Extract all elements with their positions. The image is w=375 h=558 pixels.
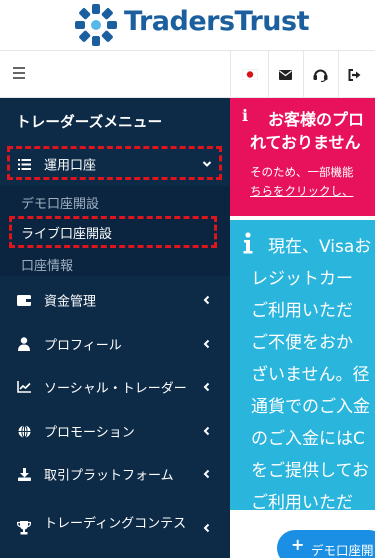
chevron-left-icon (203, 426, 210, 436)
envelope-icon (278, 69, 292, 80)
sidebar-item-label: プロフィール (44, 338, 122, 354)
toolbar-divider (230, 51, 231, 98)
mail-button[interactable] (268, 51, 302, 98)
sidebar-item-social-trader[interactable]: ソーシャル・トレーダー (0, 367, 230, 407)
headset-icon (313, 69, 327, 82)
logo-mark-icon (75, 4, 117, 46)
notice-line: ご不便をおか (251, 333, 353, 353)
alert-info-icon: ℹ (242, 106, 249, 125)
notice-line: 現在、Visaお (268, 237, 372, 257)
wallet-icon (16, 292, 32, 308)
sidebar-item-fund-management[interactable]: 資金管理 (0, 280, 230, 320)
japan-flag-icon (242, 69, 258, 80)
sidebar-item-label: トレーディングコンテス (44, 516, 187, 532)
chart-line-icon (16, 379, 32, 395)
highlight-box (9, 216, 217, 248)
sidebar: トレーダーズメニュー 運用口座 デモ口座開設 ライブ口座開設 口座情報 資金管理… (0, 98, 230, 558)
notice-line: 通貨でのご入金 (251, 397, 370, 417)
profile-alert: ℹ お客様のプロ れておりません そのため、一部機能 ちらをクリックし、 (230, 98, 375, 216)
chevron-left-icon (203, 382, 210, 392)
sidebar-item-label: 資金管理 (44, 294, 97, 310)
sidebar-item-label: ソーシャル・トレーダー (44, 381, 187, 397)
language-button[interactable] (233, 51, 267, 98)
globe-icon (16, 423, 32, 439)
top-toolbar (0, 50, 375, 98)
notice-line: ご利用いただ (251, 493, 353, 510)
logo-bar: TradersTrust (0, 0, 375, 50)
notice-line: ざいません。径 (251, 365, 370, 385)
logo-text: TradersTrust (124, 6, 309, 37)
notice-line: レジットカー (251, 269, 353, 289)
sidebar-item-trading-contest[interactable]: トレーディングコンテス (0, 508, 230, 548)
notice-line: をご提供してお (251, 461, 369, 481)
sub-item-account-info[interactable]: 口座情報 (21, 255, 73, 274)
chevron-left-icon (203, 339, 210, 349)
alert-body: そのため、一部機能 (250, 165, 354, 179)
sidebar-item-promotion[interactable]: プロモーション (0, 411, 230, 451)
info-icon (243, 232, 253, 254)
chevron-left-icon (203, 469, 210, 479)
sidebar-item-label: 取引プラットフォーム (44, 468, 174, 484)
sign-out-icon (348, 68, 361, 81)
sidebar-item-trading-platform[interactable]: 取引プラットフォーム (0, 454, 230, 494)
notice-line: ご利用いただ (251, 301, 353, 321)
trophy-icon (16, 520, 32, 536)
payment-notice: 現在、Visaお レジットカー ご利用いただ ご不便をおか ざいません。径 通貨… (230, 220, 375, 510)
sub-item-demo-account[interactable]: デモ口座開設 (21, 193, 99, 212)
logout-button[interactable] (338, 51, 372, 98)
sidebar-title: トレーダーズメニュー (16, 115, 163, 131)
alert-heading-2: れておりません (250, 133, 361, 152)
chevron-left-icon (203, 295, 210, 305)
highlight-box (7, 146, 222, 180)
download-icon (16, 466, 32, 482)
alert-heading: お客様のプロ (268, 110, 365, 129)
menu-icon[interactable] (13, 67, 27, 81)
demo-button-label: デモ口座開 (311, 543, 374, 558)
plus-icon: + (291, 535, 305, 554)
chevron-left-icon (203, 523, 210, 533)
open-demo-account-button[interactable]: + デモ口座開 (277, 530, 375, 558)
notice-line: のご入金にはC (251, 429, 365, 449)
user-icon (16, 336, 32, 352)
sidebar-item-profile[interactable]: プロフィール (0, 324, 230, 364)
support-button[interactable] (303, 51, 337, 98)
sidebar-item-label: プロモーション (44, 425, 135, 441)
alert-link[interactable]: ちらをクリックし、 (250, 183, 354, 199)
